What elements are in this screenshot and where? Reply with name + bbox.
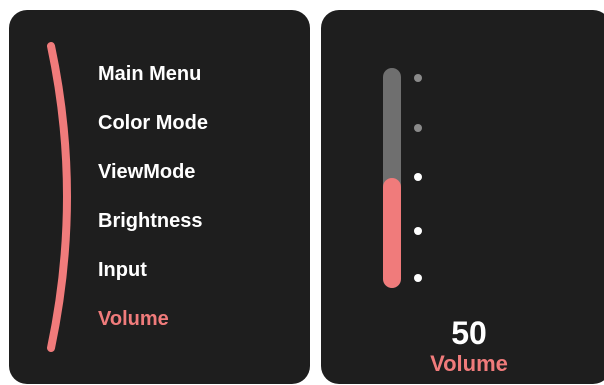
menu-item-input[interactable]: Input (98, 256, 208, 305)
slider-tick-dot (414, 274, 422, 282)
menu-arc-indicator (47, 42, 71, 352)
volume-slider-fill (383, 178, 401, 288)
slider-tick-dot (414, 173, 422, 181)
menu-item-volume[interactable]: Volume (98, 305, 208, 354)
osd-menu-list: Main Menu Color Mode ViewMode Brightness… (98, 60, 208, 354)
volume-label: Volume (430, 351, 508, 376)
slider-tick-dot (414, 74, 422, 82)
slider-tick-dot (414, 227, 422, 235)
menu-item-main-menu[interactable]: Main Menu (98, 60, 208, 109)
volume-value: 50 (451, 315, 487, 351)
volume-panel: 50 Volume (321, 10, 604, 384)
slider-tick-dot (414, 124, 422, 132)
volume-slider[interactable] (383, 68, 401, 288)
menu-item-color-mode[interactable]: Color Mode (98, 109, 208, 158)
menu-item-brightness[interactable]: Brightness (98, 207, 208, 256)
osd-screen: Main Menu Color Mode ViewMode Brightness… (0, 0, 604, 385)
menu-item-viewmode[interactable]: ViewMode (98, 158, 208, 207)
menu-panel: Main Menu Color Mode ViewMode Brightness… (9, 10, 310, 384)
